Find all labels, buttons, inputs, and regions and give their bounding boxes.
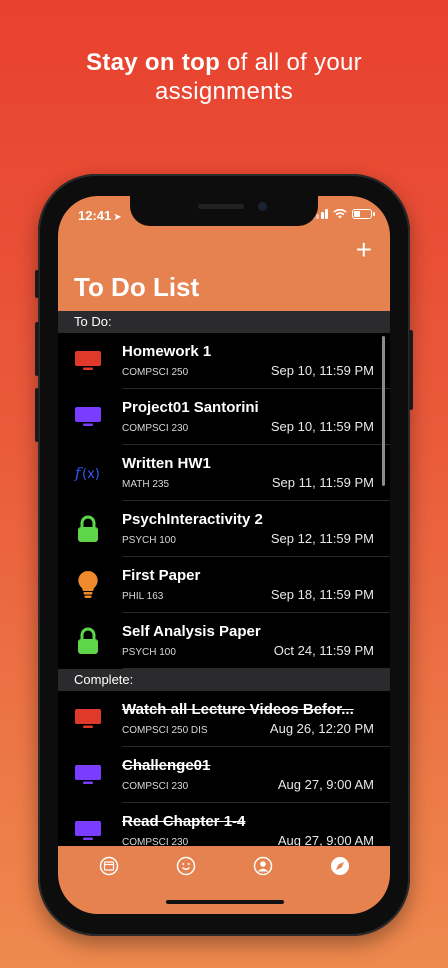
due-date: Sep 10, 11:59 PM bbox=[270, 363, 374, 378]
due-date: Aug 27, 9:00 AM bbox=[277, 777, 374, 792]
wifi-icon bbox=[333, 209, 347, 219]
assignment-name: Read Chapter 1-4 bbox=[122, 813, 246, 830]
headline-rest: of all of your bbox=[220, 49, 362, 76]
course-label: COMPSCI 230 bbox=[122, 781, 189, 792]
monitor-icon bbox=[74, 403, 102, 431]
location-arrow-icon: ➤ bbox=[113, 212, 122, 223]
add-assignment-button[interactable]: + bbox=[356, 236, 372, 264]
tab-profile[interactable] bbox=[251, 854, 275, 878]
assignment-name: Homework 1 bbox=[122, 343, 212, 360]
headline-bold: Stay on top bbox=[86, 49, 221, 76]
due-date: Sep 11, 11:59 PM bbox=[271, 475, 374, 490]
volume-down-button bbox=[35, 388, 39, 442]
headline-line2: assignments bbox=[154, 78, 294, 105]
course-label: PHIL 163 bbox=[122, 591, 164, 602]
power-button bbox=[409, 330, 413, 410]
todo-row[interactable]: f (x) Written HW1 MATH 235 Sep 11, 11:59 PM bbox=[58, 445, 390, 501]
due-date: Oct 24, 11:59 PM bbox=[273, 643, 374, 658]
lock-icon bbox=[74, 627, 102, 655]
course-label: COMPSCI 230 bbox=[122, 423, 189, 434]
todo-row[interactable]: Homework 1 COMPSCI 250 Sep 10, 11:59 PM bbox=[58, 333, 390, 389]
assignment-name: Written HW1 bbox=[122, 455, 211, 472]
todo-row[interactable]: PsychInteractivity 2 PSYCH 100 Sep 12, 11:… bbox=[58, 501, 390, 557]
scrollbar[interactable] bbox=[382, 336, 385, 486]
due-date: Sep 10, 11:59 PM bbox=[270, 419, 374, 434]
monitor-icon bbox=[74, 705, 102, 733]
monitor-icon bbox=[74, 761, 102, 789]
page-title: To Do List bbox=[74, 272, 200, 302]
monitor-icon bbox=[74, 347, 102, 375]
battery-icon bbox=[352, 209, 375, 219]
course-label: PSYCH 100 bbox=[122, 647, 176, 658]
tab-calendar[interactable] bbox=[97, 854, 121, 878]
assignment-name: Watch all Lecture Videos Befor... bbox=[122, 701, 354, 718]
notch bbox=[130, 196, 318, 226]
assignment-name: First Paper bbox=[122, 567, 201, 584]
svg-text:(x): (x) bbox=[82, 467, 100, 482]
compass-icon bbox=[330, 857, 349, 875]
calendar-icon bbox=[99, 856, 118, 876]
tab-mood[interactable] bbox=[174, 854, 198, 878]
status-icons bbox=[311, 209, 375, 219]
lock-icon bbox=[74, 515, 102, 543]
assignment-name: Project01 Santorini bbox=[122, 399, 259, 416]
marketing-headline: Stay on top of all of your assignments bbox=[0, 48, 448, 106]
todo-row[interactable]: Self Analysis Paper PSYCH 100 Oct 24, 11:5… bbox=[58, 613, 390, 669]
mute-switch bbox=[35, 270, 39, 298]
tab-explore[interactable] bbox=[328, 854, 352, 878]
due-date: Sep 18, 11:59 PM bbox=[270, 587, 374, 602]
volume-up-button bbox=[35, 322, 39, 376]
course-label: PSYCH 100 bbox=[122, 535, 176, 546]
function-icon: f (x) bbox=[74, 459, 102, 487]
assignment-name: Self Analysis Paper bbox=[122, 623, 261, 640]
profile-icon bbox=[253, 856, 272, 876]
phone-screen: 12:41 ➤ + To Do List To Do: Homework 1 COM… bbox=[58, 196, 390, 914]
assignment-name: Challenge01 bbox=[122, 757, 211, 774]
section-header-complete: Complete: bbox=[58, 669, 390, 691]
course-label: COMPSCI 250 bbox=[122, 367, 189, 378]
due-date: Aug 26, 12:20 PM bbox=[269, 721, 374, 736]
phone-frame: 12:41 ➤ + To Do List To Do: Homework 1 COM… bbox=[35, 174, 413, 936]
course-label: MATH 235 bbox=[122, 479, 170, 490]
assignment-name: PsychInteractivity 2 bbox=[122, 511, 263, 528]
course-label: COMPSCI 250 DIS bbox=[122, 725, 208, 736]
due-date: Sep 12, 11:59 PM bbox=[270, 531, 374, 546]
todo-row[interactable]: First Paper PHIL 163 Sep 18, 11:59 PM bbox=[58, 557, 390, 613]
status-time: 12:41 ➤ bbox=[78, 208, 122, 223]
complete-row[interactable]: Watch all Lecture Videos Befor... COMPSCI… bbox=[58, 691, 390, 747]
home-indicator bbox=[166, 900, 284, 904]
monitor-icon bbox=[74, 817, 102, 845]
smiley-icon bbox=[176, 856, 195, 876]
section-header-todo: To Do: bbox=[58, 311, 390, 333]
lightbulb-icon bbox=[74, 570, 102, 599]
todo-row[interactable]: Project01 Santorini COMPSCI 230 Sep 10, 11… bbox=[58, 389, 390, 445]
complete-row[interactable]: Challenge01 COMPSCI 230 Aug 27, 9:00 AM bbox=[58, 747, 390, 803]
